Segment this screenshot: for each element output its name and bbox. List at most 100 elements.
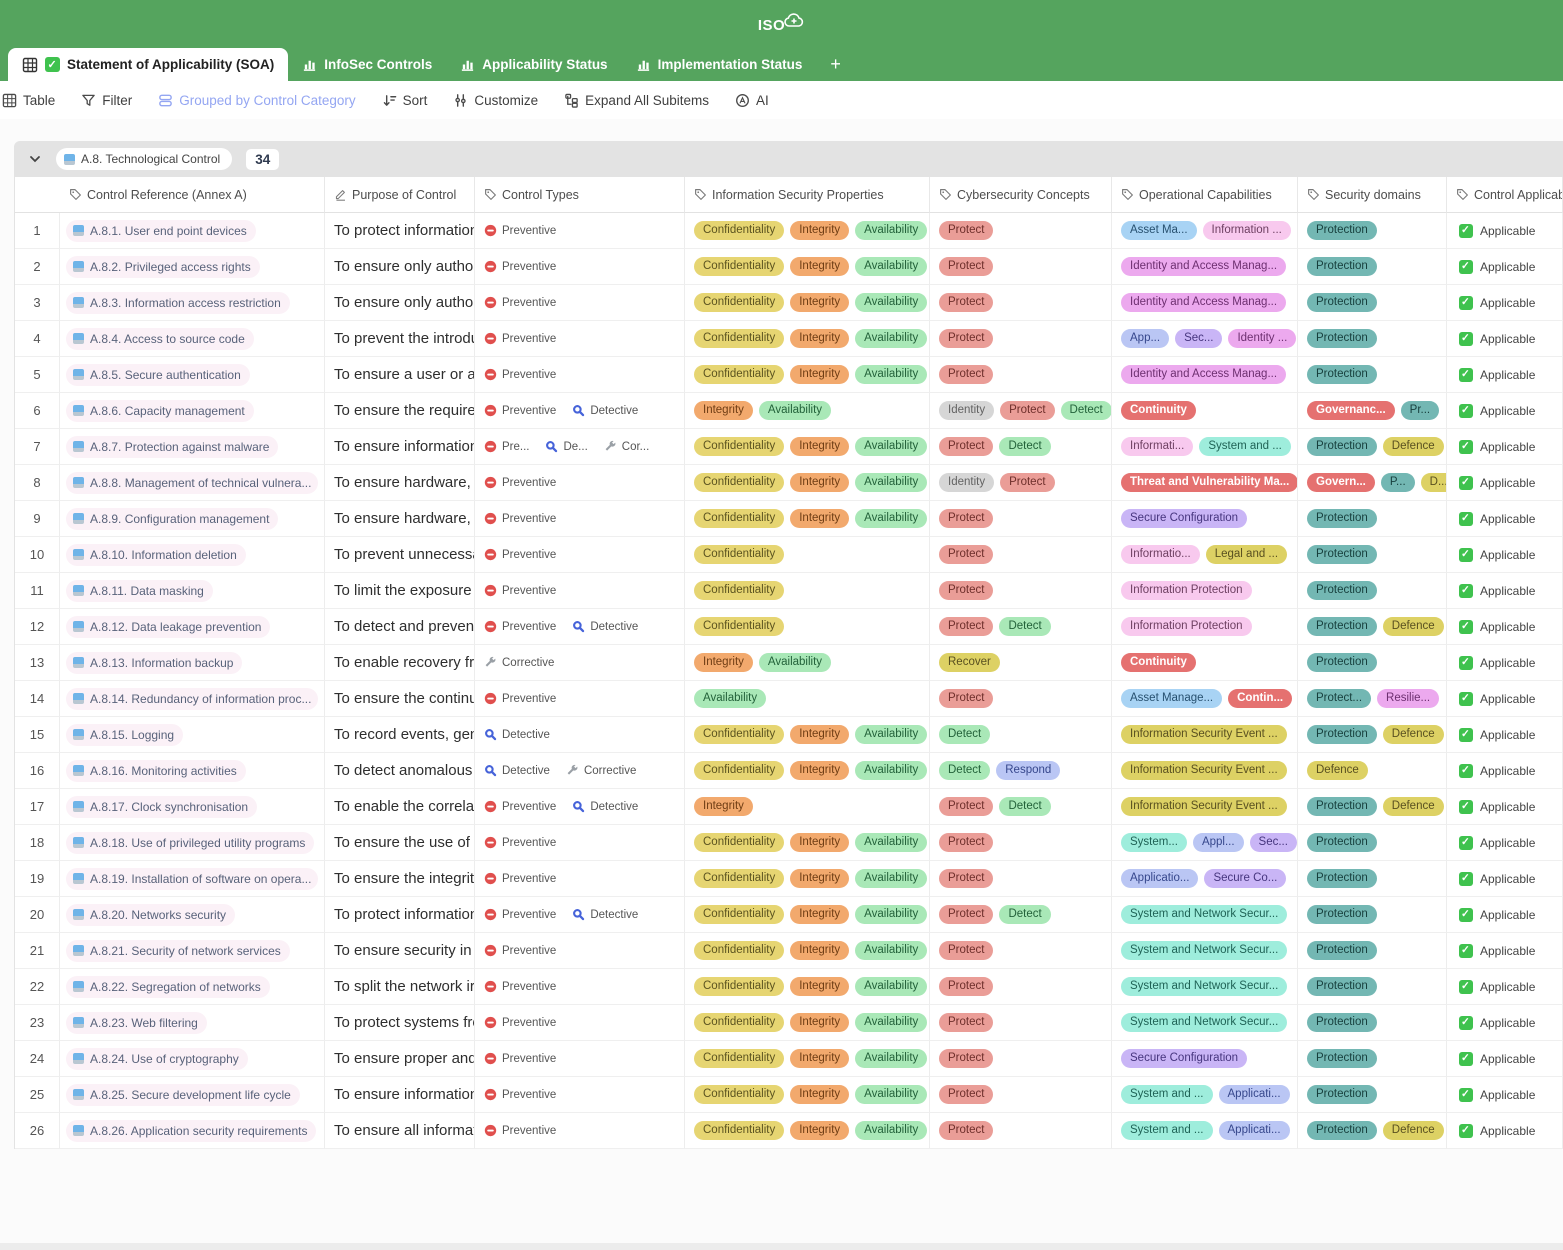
table-row[interactable]: 15A.8.15. LoggingTo record events, genDe… [15, 717, 1563, 753]
cell-security-domains[interactable]: Govern...P...D... [1298, 465, 1447, 501]
table-row[interactable]: 17A.8.17. Clock synchronisationTo enable… [15, 789, 1563, 825]
cell-control-types[interactable]: Preventive [475, 537, 685, 573]
cell-control-reference[interactable]: A.8.22. Segregation of networks [60, 969, 325, 1005]
table-row[interactable]: 25A.8.25. Secure development life cycleT… [15, 1077, 1563, 1113]
cell-security-domains[interactable]: Defence [1298, 753, 1447, 789]
cell-infosec-properties[interactable]: ConfidentialityIntegrityAvailability [685, 465, 930, 501]
cell-control-types[interactable]: PreventiveDetective [475, 393, 685, 429]
cell-control-reference[interactable]: A.8.10. Information deletion [60, 537, 325, 573]
record-chip[interactable]: A.8.17. Clock synchronisation [66, 796, 257, 818]
cell-cybersecurity-concepts[interactable]: Recover [930, 645, 1112, 681]
cell-purpose[interactable]: To enable recovery fro [325, 645, 475, 681]
cell-security-domains[interactable]: Protection [1298, 321, 1447, 357]
table-row[interactable]: 3A.8.3. Information access restrictionTo… [15, 285, 1563, 321]
table-row[interactable]: 21A.8.21. Security of network servicesTo… [15, 933, 1563, 969]
cell-infosec-properties[interactable]: IntegrityAvailability [685, 645, 930, 681]
cell-infosec-properties[interactable]: ConfidentialityIntegrityAvailability [685, 717, 930, 753]
cell-control-applicability[interactable]: Applicable [1447, 573, 1563, 609]
cell-infosec-properties[interactable]: ConfidentialityIntegrityAvailability [685, 285, 930, 321]
cell-control-reference[interactable]: A.8.13. Information backup [60, 645, 325, 681]
cell-security-domains[interactable]: Protection [1298, 897, 1447, 933]
cell-control-types[interactable]: Preventive [475, 1041, 685, 1077]
cell-operational-capabilities[interactable]: System...Appl...Sec... [1112, 825, 1298, 861]
table-row[interactable]: 2A.8.2. Privileged access rightsTo ensur… [15, 249, 1563, 285]
cell-security-domains[interactable]: Protection [1298, 825, 1447, 861]
cell-operational-capabilities[interactable]: Secure Configuration [1112, 1041, 1298, 1077]
cell-infosec-properties[interactable]: Confidentiality [685, 609, 930, 645]
cell-purpose[interactable]: To detect and prevent [325, 609, 475, 645]
cell-purpose[interactable]: To ensure only author [325, 285, 475, 321]
cell-operational-capabilities[interactable]: Asset Ma...Information ... [1112, 213, 1298, 249]
record-chip[interactable]: A.8.14. Redundancy of information proc..… [66, 688, 318, 710]
cell-cybersecurity-concepts[interactable]: IdentityProtectDetect [930, 393, 1112, 429]
column-header-control-reference-annex-a-[interactable]: Control Reference (Annex A) [60, 177, 325, 213]
table-row[interactable]: 14A.8.14. Redundancy of information proc… [15, 681, 1563, 717]
toolbar-customize[interactable]: Customize [453, 93, 538, 108]
cell-control-applicability[interactable]: Applicable [1447, 285, 1563, 321]
cell-control-types[interactable]: Preventive [475, 861, 685, 897]
cell-control-applicability[interactable]: Applicable [1447, 609, 1563, 645]
cell-security-domains[interactable]: ProtectionDefence [1298, 429, 1447, 465]
cell-infosec-properties[interactable]: ConfidentialityIntegrityAvailability [685, 357, 930, 393]
cell-cybersecurity-concepts[interactable]: Protect [930, 933, 1112, 969]
cell-control-reference[interactable]: A.8.16. Monitoring activities [60, 753, 325, 789]
cell-control-reference[interactable]: A.8.12. Data leakage prevention [60, 609, 325, 645]
cell-operational-capabilities[interactable]: Continuity [1112, 393, 1298, 429]
cell-security-domains[interactable]: Protection [1298, 285, 1447, 321]
cell-operational-capabilities[interactable]: Information Security Event ... [1112, 789, 1298, 825]
cell-purpose[interactable]: To ensure proper and [325, 1041, 475, 1077]
record-chip[interactable]: A.8.16. Monitoring activities [66, 760, 246, 782]
cell-control-applicability[interactable]: Applicable [1447, 861, 1563, 897]
cell-security-domains[interactable]: Protection [1298, 861, 1447, 897]
cell-infosec-properties[interactable]: Integrity [685, 789, 930, 825]
cell-cybersecurity-concepts[interactable]: Protect [930, 213, 1112, 249]
record-chip[interactable]: A.8.21. Security of network services [66, 940, 290, 962]
cell-operational-capabilities[interactable]: Identity and Access Manag... [1112, 357, 1298, 393]
record-chip[interactable]: A.8.18. Use of privileged utility progra… [66, 832, 314, 854]
cell-control-reference[interactable]: A.8.3. Information access restriction [60, 285, 325, 321]
cell-control-reference[interactable]: A.8.17. Clock synchronisation [60, 789, 325, 825]
cell-control-reference[interactable]: A.8.7. Protection against malware [60, 429, 325, 465]
cell-purpose[interactable]: To ensure security in t [325, 933, 475, 969]
cell-security-domains[interactable]: Protect...Resilie... [1298, 681, 1447, 717]
cell-security-domains[interactable]: Protection [1298, 357, 1447, 393]
cell-security-domains[interactable]: Protection [1298, 573, 1447, 609]
cell-cybersecurity-concepts[interactable]: ProtectDetect [930, 609, 1112, 645]
cell-infosec-properties[interactable]: ConfidentialityIntegrityAvailability [685, 321, 930, 357]
cell-cybersecurity-concepts[interactable]: Protect [930, 249, 1112, 285]
record-chip[interactable]: A.8.12. Data leakage prevention [66, 616, 270, 638]
toolbar-table[interactable]: Table [2, 93, 55, 108]
table-row[interactable]: 12A.8.12. Data leakage preventionTo dete… [15, 609, 1563, 645]
record-chip[interactable]: A.8.9. Configuration management [66, 508, 278, 530]
cell-purpose[interactable]: To ensure only author [325, 249, 475, 285]
cell-infosec-properties[interactable]: ConfidentialityIntegrityAvailability [685, 825, 930, 861]
cell-security-domains[interactable]: ProtectionDefence [1298, 789, 1447, 825]
cell-infosec-properties[interactable]: ConfidentialityIntegrityAvailability [685, 1041, 930, 1077]
column-header-cybersecurity-concepts[interactable]: Cybersecurity Concepts [930, 177, 1112, 213]
record-chip[interactable]: A.8.7. Protection against malware [66, 436, 278, 458]
cell-infosec-properties[interactable]: ConfidentialityIntegrityAvailability [685, 1113, 930, 1149]
cell-control-types[interactable]: Preventive [475, 933, 685, 969]
cell-cybersecurity-concepts[interactable]: Protect [930, 1077, 1112, 1113]
record-chip[interactable]: A.8.11. Data masking [66, 580, 213, 602]
cell-cybersecurity-concepts[interactable]: Protect [930, 861, 1112, 897]
cell-control-applicability[interactable]: Applicable [1447, 501, 1563, 537]
cell-cybersecurity-concepts[interactable]: IdentityProtect [930, 465, 1112, 501]
cell-infosec-properties[interactable]: ConfidentialityIntegrityAvailability [685, 969, 930, 1005]
toolbar-filter[interactable]: Filter [81, 93, 132, 108]
cell-control-reference[interactable]: A.8.9. Configuration management [60, 501, 325, 537]
cell-control-reference[interactable]: A.8.8. Management of technical vulnera..… [60, 465, 325, 501]
tab-applicability-status[interactable]: Applicability Status [446, 48, 621, 81]
cell-purpose[interactable]: To protect systems fro [325, 1005, 475, 1041]
cell-control-reference[interactable]: A.8.6. Capacity management [60, 393, 325, 429]
cell-control-reference[interactable]: A.8.20. Networks security [60, 897, 325, 933]
cell-operational-capabilities[interactable]: Threat and Vulnerability Ma... [1112, 465, 1298, 501]
table-row[interactable]: 13A.8.13. Information backupTo enable re… [15, 645, 1563, 681]
cell-security-domains[interactable]: Protection [1298, 1077, 1447, 1113]
cell-control-types[interactable]: Preventive [475, 1113, 685, 1149]
cell-infosec-properties[interactable]: ConfidentialityIntegrityAvailability [685, 1077, 930, 1113]
cell-cybersecurity-concepts[interactable]: Detect [930, 717, 1112, 753]
table-row[interactable]: 8A.8.8. Management of technical vulnera.… [15, 465, 1563, 501]
cell-purpose[interactable]: To limit the exposure [325, 573, 475, 609]
cell-control-types[interactable]: Preventive [475, 285, 685, 321]
